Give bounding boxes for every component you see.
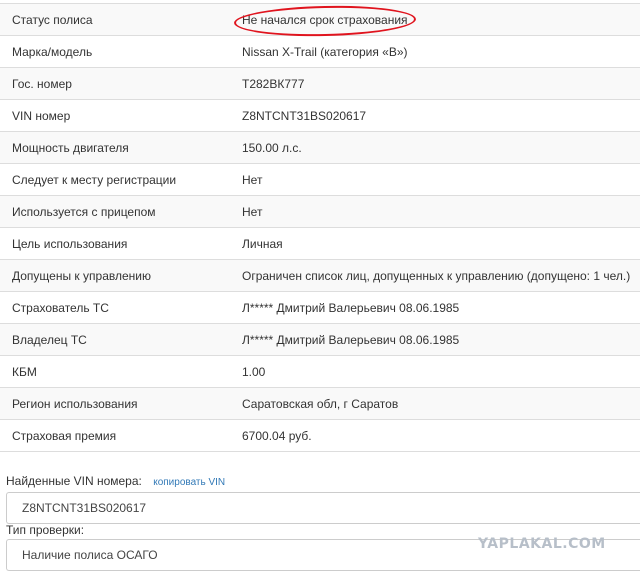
row-label-drivers: Допущены к управлению <box>0 259 230 292</box>
row-value-region: Саратовская обл, г Саратов <box>230 387 640 420</box>
found-vin-field[interactable]: Z8NTCNT31BS020617 <box>6 492 640 524</box>
table-row: Цель использования Личная <box>0 227 640 260</box>
row-label-trailer: Используется с прицепом <box>0 195 230 228</box>
row-label-vin: VIN номер <box>0 99 230 132</box>
table-row: Следует к месту регистрации Нет <box>0 163 640 196</box>
table-row: Допущены к управлению Ограничен список л… <box>0 259 640 292</box>
row-value-engine-power: 150.00 л.с. <box>230 131 640 164</box>
table-row: КБМ 1.00 <box>0 355 640 388</box>
table-row: Страховая премия 6700.04 руб. <box>0 419 640 452</box>
row-label-premium: Страховая премия <box>0 419 230 452</box>
row-label-engine-power: Мощность двигателя <box>0 131 230 164</box>
row-value-insurer: Л***** Дмитрий Валерьевич 08.06.1985 <box>230 291 640 324</box>
table-row: VIN номер Z8NTCNT31BS020617 <box>0 99 640 132</box>
row-value-make-model: Nissan X-Trail (категория «B») <box>230 35 640 68</box>
row-label-owner: Владелец ТС <box>0 323 230 356</box>
table-row: Владелец ТС Л***** Дмитрий Валерьевич 08… <box>0 323 640 356</box>
row-value-premium: 6700.04 руб. <box>230 419 640 452</box>
table-row: Используется с прицепом Нет <box>0 195 640 228</box>
row-value-drivers: Ограничен список лиц, допущенных к управ… <box>230 259 640 292</box>
row-label-region: Регион использования <box>0 387 230 420</box>
row-value-trailer: Нет <box>230 195 640 228</box>
table-row: Гос. номер Т282ВК777 <box>0 67 640 100</box>
row-value-usage-purpose: Личная <box>230 227 640 260</box>
copy-vin-link[interactable]: копировать VIN <box>153 477 225 488</box>
table-row: Марка/модель Nissan X-Trail (категория «… <box>0 35 640 68</box>
row-label-to-registration: Следует к месту регистрации <box>0 163 230 196</box>
row-value-vin: Z8NTCNT31BS020617 <box>230 99 640 132</box>
table-row: Статус полиса Не начался срок страховани… <box>0 3 640 36</box>
table-row: Регион использования Саратовская обл, г … <box>0 387 640 420</box>
table-row: Мощность двигателя 150.00 л.с. <box>0 131 640 164</box>
found-vin-label: Найденные VIN номера: <box>6 474 142 488</box>
row-label-make-model: Марка/модель <box>0 35 230 68</box>
table-row: Страхователь ТС Л***** Дмитрий Валерьеви… <box>0 291 640 324</box>
row-value-kbm: 1.00 <box>230 355 640 388</box>
site-watermark: YAPLAKAL.COM <box>478 536 606 552</box>
found-vin-label-row: Найденные VIN номера: копировать VIN <box>6 474 225 488</box>
row-label-policy-status: Статус полиса <box>0 3 230 36</box>
row-value-policy-status: Не начался срок страхования <box>230 3 640 36</box>
row-label-kbm: КБМ <box>0 355 230 388</box>
check-type-label: Тип проверки: <box>6 523 85 537</box>
row-value-plate-number: Т282ВК777 <box>230 67 640 100</box>
policy-info-table: Статус полиса Не начался срок страховани… <box>0 3 640 452</box>
row-value-to-registration: Нет <box>230 163 640 196</box>
row-label-usage-purpose: Цель использования <box>0 227 230 260</box>
row-value-owner: Л***** Дмитрий Валерьевич 08.06.1985 <box>230 323 640 356</box>
row-label-insurer: Страхователь ТС <box>0 291 230 324</box>
row-label-plate-number: Гос. номер <box>0 67 230 100</box>
